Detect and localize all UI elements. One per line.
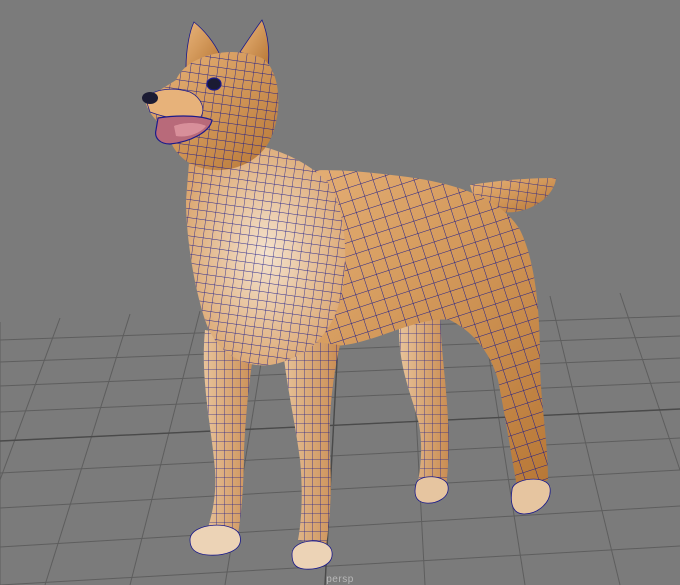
dog-model[interactable] [142,19,556,570]
back-left-paw [414,476,449,504]
nose [142,92,158,104]
front-right-paw [291,540,333,570]
front-left-paw [189,524,241,556]
viewport-canvas[interactable] [0,0,680,585]
camera-label: persp [326,574,354,585]
3d-viewport[interactable]: persp [0,0,680,585]
eye [206,77,222,91]
back-right-paw [510,478,551,515]
grid-axis-lines [0,304,680,585]
